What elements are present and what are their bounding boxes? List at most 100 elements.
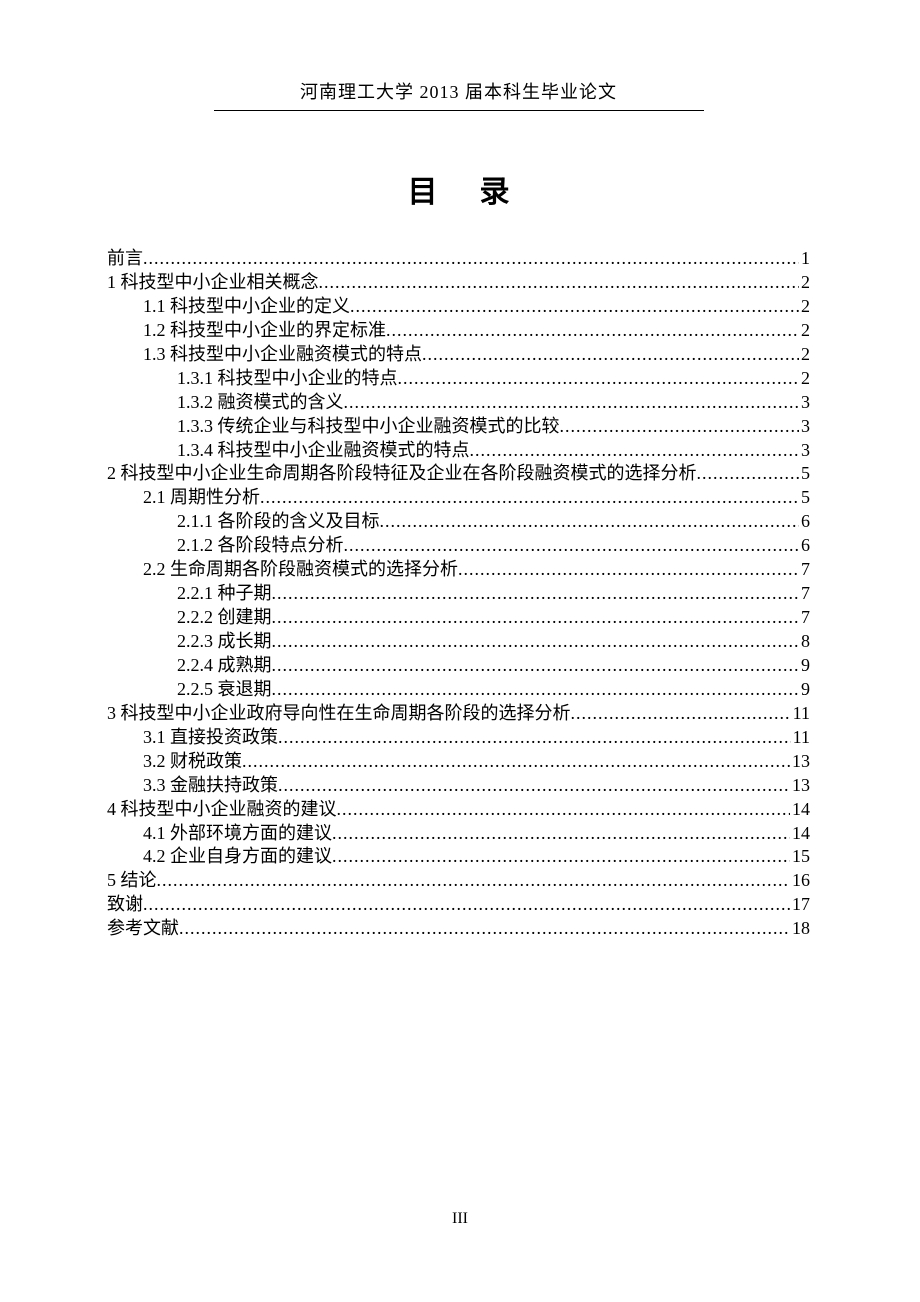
toc-entry: 3.1 直接投资政策 11	[107, 726, 810, 750]
toc-entry: 5 结论 16	[107, 869, 810, 893]
toc-entry-page: 15	[790, 845, 810, 869]
toc-entry-label: 4.2 企业自身方面的建议	[143, 845, 332, 869]
toc-entry-leader	[344, 534, 800, 558]
toc-entry-page: 5	[799, 486, 810, 510]
toc-entry: 2.2.4 成熟期 9	[107, 654, 810, 678]
toc-entry-label: 1.2 科技型中小企业的界定标准	[143, 319, 386, 343]
toc-entry-leader	[272, 630, 800, 654]
toc-entry: 2.1.1 各阶段的含义及目标6	[107, 510, 810, 534]
toc-entry-page: 2	[799, 295, 810, 319]
header-underline	[214, 110, 704, 111]
header-text: 河南理工大学 2013 届本科生毕业论文	[296, 78, 621, 108]
toc-entry-leader	[157, 869, 791, 893]
toc-entry-leader	[697, 462, 800, 486]
toc-entry-page: 3	[799, 439, 810, 463]
toc-entry-page: 9	[799, 654, 810, 678]
toc-entry-leader	[143, 893, 790, 917]
toc-entry-leader	[242, 750, 790, 774]
toc-entry-page: 17	[790, 893, 810, 917]
toc-entry: 3 科技型中小企业政府导向性在生命周期各阶段的选择分析11	[107, 702, 810, 726]
toc-entry-page: 14	[790, 822, 810, 846]
toc-entry-leader	[386, 319, 799, 343]
toc-entry-leader	[380, 510, 800, 534]
toc-entry-leader	[272, 678, 800, 702]
toc-entry-leader	[350, 295, 799, 319]
toc-entry: 1.3.2 融资模式的含义 3	[107, 391, 810, 415]
toc-entry-label: 3.3 金融扶持政策	[143, 774, 278, 798]
toc-entry-label: 1.3.2 融资模式的含义	[177, 391, 344, 415]
toc-entry-leader	[458, 558, 799, 582]
toc-entry-leader	[179, 917, 790, 941]
toc-entry: 参考文献18	[107, 917, 810, 941]
toc-entry-leader	[278, 726, 791, 750]
toc-entry-label: 3.1 直接投资政策	[143, 726, 278, 750]
toc-entry-label: 1.3.3 传统企业与科技型中小企业融资模式的比较	[177, 415, 560, 439]
toc-entry-label: 参考文献	[107, 917, 179, 941]
toc-entry-page: 11	[791, 702, 810, 726]
toc-entry: 3.2 财税政策 13	[107, 750, 810, 774]
toc-entry-page: 7	[799, 582, 810, 606]
toc-entry-page: 2	[799, 367, 810, 391]
toc-entry-leader	[560, 415, 800, 439]
page-container: 河南理工大学 2013 届本科生毕业论文 目录 前言11 科技型中小企业相关概念…	[0, 0, 920, 1302]
toc-entry-label: 2.2.4 成熟期	[177, 654, 272, 678]
toc-entry-leader	[260, 486, 799, 510]
toc-entry-leader	[337, 798, 791, 822]
toc-entry-label: 2 科技型中小企业生命周期各阶段特征及企业在各阶段融资模式的选择分析	[107, 462, 697, 486]
toc-entry-leader	[422, 343, 799, 367]
toc-entry-page: 16	[790, 869, 810, 893]
toc-entry-page: 6	[799, 534, 810, 558]
toc-entry: 1.3.1 科技型中小企业的特点 2	[107, 367, 810, 391]
toc-entry-label: 2.2 生命周期各阶段融资模式的选择分析	[143, 558, 458, 582]
toc-entry-label: 4 科技型中小企业融资的建议	[107, 798, 337, 822]
toc-entry: 2.2.5 衰退期9	[107, 678, 810, 702]
toc-entry-label: 2.1 周期性分析	[143, 486, 260, 510]
toc-entry-leader	[398, 367, 800, 391]
toc-entry-label: 致谢	[107, 893, 143, 917]
toc-entry-label: 3.2 财税政策	[143, 750, 242, 774]
toc-entry-page: 9	[799, 678, 810, 702]
toc-entry-label: 1.3.4 科技型中小企业融资模式的特点	[177, 439, 470, 463]
toc-entry: 1.3.3 传统企业与科技型中小企业融资模式的比较3	[107, 415, 810, 439]
toc-entry-label: 1.3 科技型中小企业融资模式的特点	[143, 343, 422, 367]
toc-entry: 1 科技型中小企业相关概念 2	[107, 271, 810, 295]
toc-entry-label: 前言	[107, 247, 143, 271]
toc-entry-leader	[272, 606, 800, 630]
toc-entry-leader	[332, 845, 790, 869]
toc-entry-page: 8	[799, 630, 810, 654]
toc-entry-label: 2.2.3 成长期	[177, 630, 272, 654]
toc-entry-leader	[272, 582, 800, 606]
toc-entry: 致谢 17	[107, 893, 810, 917]
toc-entry: 2.2.1 种子期7	[107, 582, 810, 606]
toc-entry-leader	[470, 439, 800, 463]
toc-entry-label: 4.1 外部环境方面的建议	[143, 822, 332, 846]
toc-entry-page: 7	[799, 558, 810, 582]
page-header: 河南理工大学 2013 届本科生毕业论文	[107, 78, 810, 111]
toc-entry-label: 5 结论	[107, 869, 157, 893]
table-of-contents: 前言11 科技型中小企业相关概念21.1 科技型中小企业的定义21.2 科技型中…	[107, 247, 810, 941]
toc-entry-label: 1.3.1 科技型中小企业的特点	[177, 367, 398, 391]
toc-entry: 4.2 企业自身方面的建议 15	[107, 845, 810, 869]
toc-entry-page: 2	[799, 271, 810, 295]
toc-entry-leader	[319, 271, 800, 295]
toc-entry-label: 1.1 科技型中小企业的定义	[143, 295, 350, 319]
toc-entry: 1.1 科技型中小企业的定义 2	[107, 295, 810, 319]
toc-entry-page: 2	[799, 343, 810, 367]
toc-entry: 2.2.2 创建期7	[107, 606, 810, 630]
toc-entry-leader	[278, 774, 790, 798]
toc-entry-page: 5	[799, 462, 810, 486]
toc-entry: 1.2 科技型中小企业的界定标准2	[107, 319, 810, 343]
page-number: III	[0, 1210, 920, 1228]
toc-entry: 2.2 生命周期各阶段融资模式的选择分析 7	[107, 558, 810, 582]
toc-entry-label: 1 科技型中小企业相关概念	[107, 271, 319, 295]
toc-entry: 2 科技型中小企业生命周期各阶段特征及企业在各阶段融资模式的选择分析 5	[107, 462, 810, 486]
toc-entry-page: 3	[799, 391, 810, 415]
toc-entry-page: 11	[791, 726, 810, 750]
toc-entry: 1.3 科技型中小企业融资模式的特点 2	[107, 343, 810, 367]
toc-entry-leader	[571, 702, 791, 726]
toc-entry-page: 14	[790, 798, 810, 822]
toc-entry-page: 13	[790, 750, 810, 774]
toc-entry-leader	[332, 822, 790, 846]
toc-entry-page: 13	[790, 774, 810, 798]
toc-entry-leader	[143, 247, 799, 271]
